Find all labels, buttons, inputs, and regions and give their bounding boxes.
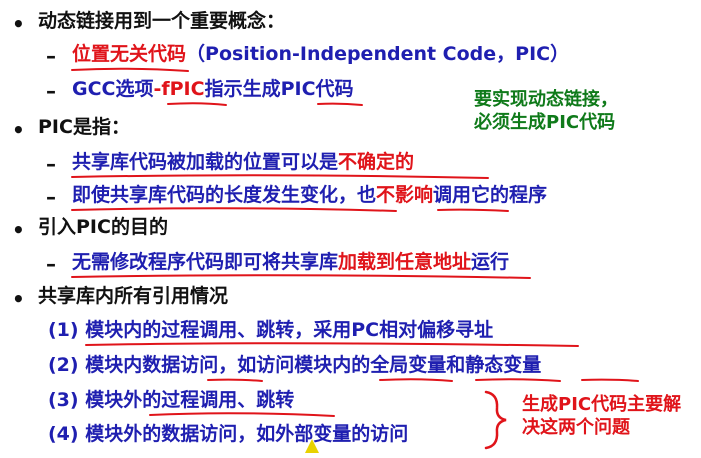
- bullet-1-text: 动态链接用到一个重要概念：: [38, 10, 286, 32]
- red-annotation-line-1: 生成PIC代码主要解: [522, 394, 682, 415]
- underline-def-1: [71, 174, 489, 179]
- brace-icon: [484, 390, 507, 450]
- underline-pic-term: [71, 67, 189, 72]
- underline-item-1: [85, 342, 579, 347]
- bullet-icon: •: [12, 118, 25, 142]
- bullet-4-text: 共享库内所有引用情况: [38, 285, 229, 307]
- pic-def-2-red: 不影响: [376, 184, 434, 206]
- red-annotation: 生成PIC代码主要解 决这两个问题: [522, 393, 681, 439]
- purpose-end: 运行: [471, 251, 510, 273]
- pic-def-2: 即使共享库代码的长度发生变化，也: [72, 184, 377, 206]
- underline-item-2b: [379, 378, 453, 382]
- pic-def-2-end: 调用它的程序: [433, 184, 548, 206]
- underline-item-2a: [207, 378, 263, 382]
- red-annotation-line-2: 决这两个问题: [522, 417, 630, 439]
- purpose-text: 无需修改程序代码即可将共享库: [72, 251, 339, 273]
- bullet-1-sub-2: GCC选项-fPIC指示生成PIC代码: [72, 80, 354, 99]
- underline-purpose: [71, 274, 531, 279]
- bullet-icon: •: [12, 218, 25, 242]
- reference-item-1: (1) 模块内的过程调用、跳转，采用PC相对偏移寻址: [48, 319, 494, 341]
- mouse-pointer-icon: [305, 439, 319, 453]
- bullet-2-sub-1: 共享库代码被加载的位置可以是不确定的: [72, 153, 414, 172]
- dash-icon: –: [46, 252, 56, 276]
- gcc-option-label: GCC选项: [72, 78, 154, 100]
- bullet-2-text: PIC是指：: [38, 116, 130, 138]
- reference-item-3: (3) 模块外的过程调用、跳转: [48, 389, 295, 411]
- bullet-3-text: 引入PIC的目的: [38, 216, 168, 238]
- underline-item-2c: [475, 378, 561, 382]
- dash-icon: –: [46, 79, 56, 103]
- bullet-icon: •: [12, 287, 25, 311]
- pic-term-red: 位置无关代码: [72, 43, 187, 65]
- underline-item-3: [149, 412, 335, 417]
- green-annotation-line-1: 要实现动态链接，: [474, 89, 618, 110]
- gcc-option-desc: 指示生成PIC代码: [204, 78, 354, 100]
- green-annotation-line-2: 必须生成PIC代码: [474, 112, 616, 134]
- pic-def-1: 共享库代码被加载的位置可以是: [72, 151, 339, 173]
- underline-pic-gcc: [317, 102, 363, 106]
- fpic-flag: -fPIC: [153, 78, 205, 100]
- reference-item-2: (2) 模块内数据访问，如访问模块内的全局变量和静态变量: [48, 354, 542, 376]
- pic-def-1-red: 不确定的: [338, 151, 415, 173]
- bullet-1-sub-1: 位置无关代码（Position-Independent Code，PIC）: [72, 45, 569, 64]
- green-annotation: 要实现动态链接， 必须生成PIC代码: [474, 88, 618, 134]
- pic-term-english: （Position-Independent Code，PIC）: [186, 43, 570, 65]
- reference-item-4: (4) 模块外的数据访问，如外部变量的访问: [48, 423, 409, 445]
- dash-icon: –: [46, 152, 56, 176]
- underline-def-2a: [71, 207, 397, 212]
- underline-item-2d: [581, 378, 639, 382]
- dash-icon: –: [46, 185, 56, 209]
- underline-fpic: [167, 102, 227, 106]
- bullet-icon: •: [12, 12, 25, 36]
- bullet-3-sub-1: 无需修改程序代码即可将共享库加载到任意地址运行: [72, 253, 509, 272]
- purpose-red: 加载到任意地址: [338, 251, 472, 273]
- dash-icon: –: [46, 44, 56, 68]
- underline-def-2b: [437, 208, 509, 212]
- bullet-2-sub-2: 即使共享库代码的长度发生变化，也不影响调用它的程序: [72, 186, 547, 205]
